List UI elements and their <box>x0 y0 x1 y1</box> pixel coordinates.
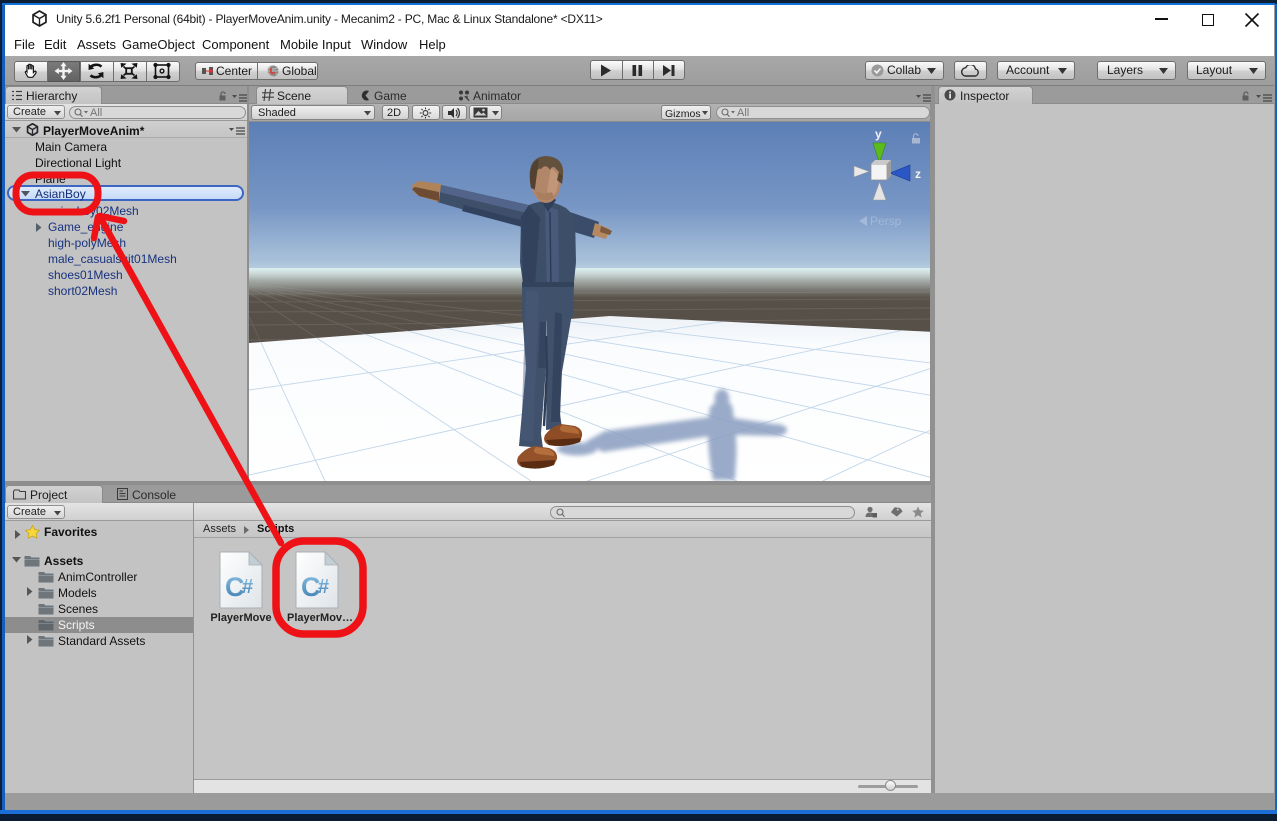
svg-text:z: z <box>915 167 921 181</box>
svg-text:y: y <box>875 127 882 141</box>
svg-text:Persp: Persp <box>870 214 902 228</box>
svg-text:#: # <box>242 576 253 598</box>
svg-text:#: # <box>318 576 329 598</box>
